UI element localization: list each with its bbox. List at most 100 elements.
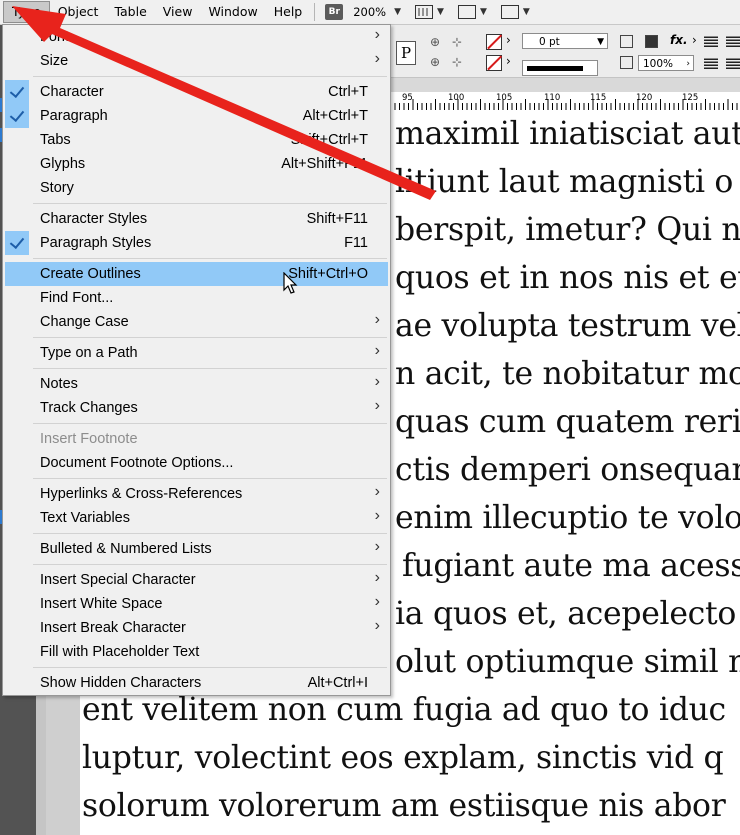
align-center-icon[interactable] xyxy=(704,57,718,69)
menu-help[interactable]: Help xyxy=(266,1,311,23)
menu-item-insert-special-character[interactable]: Insert Special Character › xyxy=(5,568,388,592)
menu-item-text-variables[interactable]: Text Variables › xyxy=(5,506,388,530)
text-line[interactable]: ctis demperi onsequam xyxy=(395,452,740,488)
menu-item-size[interactable]: Size › xyxy=(5,49,388,73)
align-left-icon[interactable] xyxy=(704,35,718,47)
menu-item-character[interactable]: Character Ctrl+T xyxy=(5,80,388,104)
menu-separator xyxy=(33,533,387,534)
menu-item-font[interactable]: Font › xyxy=(5,25,388,49)
menu-item-glyphs[interactable]: Glyphs Alt+Shift+F11 xyxy=(5,152,388,176)
text-line[interactable]: fugiant aute ma acess xyxy=(402,548,740,584)
menu-separator xyxy=(33,564,387,565)
menu-item-label: Font xyxy=(40,29,70,45)
menu-item-change-case[interactable]: Change Case › xyxy=(5,310,388,334)
menu-separator xyxy=(33,478,387,479)
effects-fx-icon[interactable]: fx. xyxy=(670,33,688,47)
text-line[interactable]: maximil iniatisciat aut xyxy=(395,116,740,152)
chevron-right-icon: › xyxy=(374,538,380,555)
rotate-icon[interactable]: ⊕ xyxy=(430,55,440,69)
menu-item-notes[interactable]: Notes › xyxy=(5,372,388,396)
text-line[interactable]: ent velitem non cum fugia ad quo to iduc xyxy=(82,692,726,728)
text-line[interactable]: quos et in nos nis et et xyxy=(395,260,740,296)
chevron-right-icon: › xyxy=(374,342,380,359)
chevron-right-icon[interactable]: › xyxy=(686,56,690,72)
menu-item-document-footnote-options[interactable]: Document Footnote Options... xyxy=(5,451,388,475)
menu-view[interactable]: View xyxy=(155,1,201,23)
menu-separator xyxy=(33,667,387,668)
menu-item-hyperlinks-cross-references[interactable]: Hyperlinks & Cross-References › xyxy=(5,482,388,506)
menu-item-character-styles[interactable]: Character Styles Shift+F11 xyxy=(5,207,388,231)
text-line[interactable]: enim illecuptio te volo xyxy=(395,500,740,536)
text-line[interactable]: solorum volorerum am estiisque nis abor xyxy=(82,788,726,824)
arrange-documents-dropdown-icon[interactable]: ▼ xyxy=(519,7,534,17)
effects-square-icon[interactable] xyxy=(645,35,658,48)
menu-item-create-outlines[interactable]: Create Outlines Shift+Ctrl+O xyxy=(5,262,388,286)
paragraph-formatting-icon[interactable]: P xyxy=(396,41,416,65)
text-line[interactable]: quas cum quatem reria xyxy=(395,404,740,440)
opacity-icon[interactable] xyxy=(620,56,633,69)
menu-item-bulleted-numbered-lists[interactable]: Bulleted & Numbered Lists › xyxy=(5,537,388,561)
effects-chevron-icon[interactable]: › xyxy=(692,33,697,47)
zoom-dropdown-icon[interactable]: ▼ xyxy=(390,7,405,17)
chevron-right-icon: › xyxy=(374,397,380,414)
menu-item-label: Document Footnote Options... xyxy=(40,455,234,471)
menu-item-insert-break-character[interactable]: Insert Break Character › xyxy=(5,616,388,640)
ruler-number: 125 xyxy=(682,93,699,103)
menu-item-track-changes[interactable]: Track Changes › xyxy=(5,396,388,420)
shear-icon[interactable]: ⊹ xyxy=(452,55,462,69)
stroke-swatch[interactable] xyxy=(486,55,502,71)
justify-icon[interactable] xyxy=(726,57,740,69)
text-line[interactable]: olut optiumque simil n xyxy=(395,644,740,680)
text-line[interactable]: luptur, volectint eos explam, sinctis vi… xyxy=(82,740,724,776)
text-line[interactable]: ia quos et, acepelecto xyxy=(395,596,736,632)
stroke-type-select[interactable] xyxy=(522,60,598,76)
text-line[interactable]: ae volupta testrum vel xyxy=(395,308,740,344)
screen-mode-dropdown-icon[interactable]: ▼ xyxy=(476,7,491,17)
menu-item-insert-footnote: Insert Footnote xyxy=(5,427,388,451)
text-line[interactable]: n acit, te nobitatur mos xyxy=(395,356,740,392)
zoom-level[interactable]: 200% xyxy=(349,5,390,19)
menu-item-paragraph[interactable]: Paragraph Alt+Ctrl+T xyxy=(5,104,388,128)
menu-item-find-font[interactable]: Find Font... xyxy=(5,286,388,310)
text-line[interactable]: berspit, imetur? Qui ni xyxy=(395,212,740,248)
ruler-number: 110 xyxy=(544,93,561,103)
text-line[interactable]: litiunt laut magnisti o xyxy=(395,164,733,200)
view-options-dropdown-icon[interactable]: ▼ xyxy=(433,7,448,17)
menu-type[interactable]: Type xyxy=(3,1,50,23)
menu-item-story[interactable]: Story xyxy=(5,176,388,200)
view-options-icon[interactable] xyxy=(415,5,434,19)
menu-item-type-on-a-path[interactable]: Type on a Path › xyxy=(5,341,388,365)
menu-item-insert-white-space[interactable]: Insert White Space › xyxy=(5,592,388,616)
reference-point-icon[interactable]: ⊕ xyxy=(430,35,440,49)
fill-chevron-icon[interactable]: › xyxy=(506,33,511,47)
menu-item-label: Insert Footnote xyxy=(40,431,138,447)
stroke-chevron-icon[interactable]: › xyxy=(506,54,511,68)
menu-item-paragraph-styles[interactable]: Paragraph Styles F11 xyxy=(5,231,388,255)
bridge-button[interactable]: Br xyxy=(325,4,344,20)
opacity-field[interactable]: 100% › xyxy=(638,55,694,71)
menu-item-tabs[interactable]: Tabs Shift+Ctrl+T xyxy=(5,128,388,152)
menu-object[interactable]: Object xyxy=(50,1,107,23)
menu-item-label: Notes xyxy=(40,376,78,392)
checkmark-icon xyxy=(5,104,29,128)
checkmark-icon xyxy=(5,80,29,104)
screen-mode-icon[interactable] xyxy=(457,5,476,19)
chevron-down-icon[interactable]: ▼ xyxy=(597,34,604,50)
menu-table[interactable]: Table xyxy=(106,1,154,23)
menu-window[interactable]: Window xyxy=(200,1,265,23)
stroke-weight-field[interactable]: 0 pt ▼ xyxy=(522,33,608,49)
ruler-number: 120 xyxy=(636,93,653,103)
flip-icon[interactable]: ⊹ xyxy=(452,35,462,49)
menu-item-label: Insert Break Character xyxy=(40,620,186,636)
menu-item-label: Glyphs xyxy=(40,156,86,172)
control-panel: P ⊕ ⊹ ⊕ ⊹ › › 0 pt ▼ fx. › 100% › xyxy=(390,25,740,78)
menu-item-shortcut: Alt+Ctrl+T xyxy=(302,108,368,124)
menu-item-show-hidden-characters[interactable]: Show Hidden Characters Alt+Ctrl+I xyxy=(5,671,388,695)
fill-swatch[interactable] xyxy=(486,34,502,50)
chevron-right-icon: › xyxy=(374,507,380,524)
menu-item-fill-with-placeholder-text[interactable]: Fill with Placeholder Text xyxy=(5,640,388,664)
align-right-icon[interactable] xyxy=(726,35,740,47)
drop-shadow-icon[interactable] xyxy=(620,35,633,48)
chevron-right-icon: › xyxy=(374,373,380,390)
arrange-documents-icon[interactable] xyxy=(500,5,519,19)
